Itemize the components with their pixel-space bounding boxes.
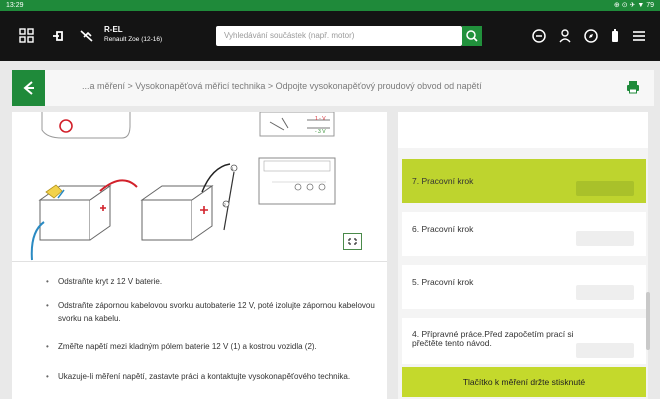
hold-button-label: Tlačítko k měření držte stisknuté: [462, 377, 586, 387]
step-action-button[interactable]: [576, 181, 634, 196]
meter-label-2: - 3 V: [315, 129, 326, 135]
step-card-5[interactable]: 5. Pracovní krok: [402, 265, 646, 309]
battery-illustration: 1 - V - 3 V 1 2: [30, 111, 336, 261]
step-action-button[interactable]: [576, 231, 634, 246]
expand-image-button[interactable]: [343, 233, 362, 250]
arrow-left-icon: [23, 81, 34, 95]
step-label: 4. Přípravné práce.Před započetím prací …: [412, 329, 574, 348]
panel-header: [398, 112, 648, 148]
status-time: 13:29: [6, 2, 24, 9]
meter-label-1: 1 - V: [315, 116, 326, 122]
wrench-off-icon[interactable]: [78, 27, 96, 45]
step-action-button[interactable]: [576, 285, 634, 300]
search-button[interactable]: [462, 26, 482, 46]
grid-icon[interactable]: [18, 27, 36, 45]
vehicle-name: Renault Zoe (12-16): [104, 36, 163, 43]
battery-icon[interactable]: [606, 27, 624, 45]
minus-circle-icon[interactable]: [530, 27, 548, 45]
step-card-6[interactable]: 6. Pracovní krok: [402, 212, 646, 256]
step-label: 5. Pracovní krok: [412, 277, 474, 287]
expand-icon: [348, 238, 357, 245]
search-placeholder: Vyhledávání součástek (např. motor): [224, 31, 355, 40]
step-card-7[interactable]: 7. Pracovní krok: [402, 159, 646, 203]
list-item: Změřte napětí mezi kladným pólem baterie…: [46, 341, 317, 354]
print-icon[interactable]: [626, 80, 640, 94]
compass-icon[interactable]: [582, 27, 600, 45]
step-card-4[interactable]: 4. Přípravné práce.Před započetím prací …: [402, 318, 646, 364]
steps-scrollbar[interactable]: [646, 292, 650, 350]
menu-icon[interactable]: [630, 27, 648, 45]
breadcrumb-bar: ...a měření > Vysokonapěťová měřicí tech…: [12, 70, 654, 106]
status-icons: ⊕ ⊙ ✈ ▼ 79: [613, 2, 654, 9]
app-bar: R-EL Renault Zoe (12-16) Vyhledávání sou…: [0, 11, 660, 61]
search-input[interactable]: Vyhledávání součástek (např. motor): [216, 26, 462, 46]
status-bar: 13:29 ⊕ ⊙ ✈ ▼ 79: [0, 0, 660, 11]
list-item: Odstraňte zápornou kabelovou svorku auto…: [46, 300, 382, 325]
steps-panel: 7. Pracovní krok 6. Pracovní krok 5. Pra…: [398, 112, 650, 399]
step-label: 6. Pracovní krok: [412, 224, 474, 234]
user-icon[interactable]: [556, 27, 574, 45]
vehicle-code: R-EL: [104, 25, 123, 34]
breadcrumb[interactable]: ...a měření > Vysokonapěťová měřicí tech…: [82, 81, 482, 91]
hold-to-measure-button[interactable]: Tlačítko k měření držte stisknuté: [402, 367, 646, 397]
step-action-button[interactable]: [576, 343, 634, 358]
instruction-content: 1 - V - 3 V 1 2 • Odstraňte kryt z 12 V …: [12, 111, 387, 399]
tool-icon[interactable]: [50, 27, 68, 45]
back-button[interactable]: [12, 70, 45, 106]
list-item: Ukazuje-li měření napětí, zastavte práci…: [46, 371, 350, 384]
battery-figure: 1 - V - 3 V 1 2: [12, 111, 387, 262]
step-label: 7. Pracovní krok: [412, 176, 474, 186]
list-item: Odstraňte kryt z 12 V baterie.: [46, 276, 162, 289]
vehicle-info[interactable]: R-EL Renault Zoe (12-16): [104, 25, 162, 43]
search-icon: [466, 30, 478, 42]
